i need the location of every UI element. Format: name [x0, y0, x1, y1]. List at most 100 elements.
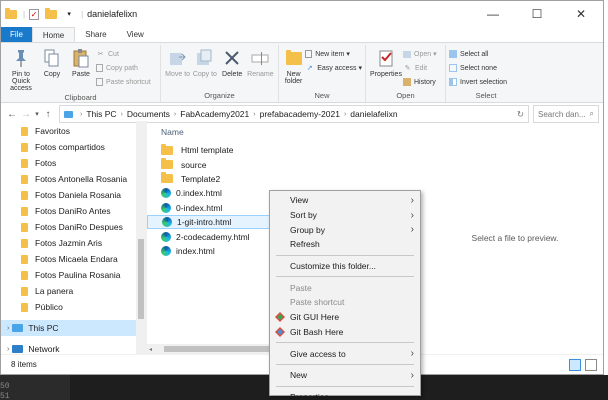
- recent-chevron-icon[interactable]: ▾: [33, 110, 41, 118]
- git-gui-icon: [275, 312, 285, 323]
- menu-item-paste-shortcut[interactable]: Paste shortcut: [270, 295, 420, 310]
- paste-button[interactable]: Paste: [66, 45, 96, 92]
- nav-folder-item[interactable]: Fotos DaniRo Antes: [1, 203, 146, 219]
- nav-folder-item[interactable]: Fotos Micaela Endara: [1, 251, 146, 267]
- scroll-left-icon[interactable]: ◂: [149, 346, 152, 353]
- move-to-button[interactable]: Move to: [164, 45, 191, 90]
- nav-list: Favoritos Fotos compartidos Fotos Fotos Ant…: [1, 121, 146, 315]
- copy-button[interactable]: Copy: [38, 45, 66, 92]
- history-button[interactable]: History: [403, 75, 437, 89]
- folder-row[interactable]: source: [147, 157, 337, 171]
- back-arrow-icon[interactable]: ←: [5, 109, 19, 120]
- customize-chevron-icon[interactable]: ▾: [63, 8, 75, 20]
- select-none-button[interactable]: Select none: [449, 61, 507, 75]
- cut-button[interactable]: ✂ Cut: [96, 47, 151, 61]
- folder-row[interactable]: Template2: [147, 172, 337, 186]
- menu-item-group-by[interactable]: Group by ›: [270, 222, 420, 237]
- details-view-icon[interactable]: [569, 358, 581, 371]
- maximize-button[interactable]: ☐: [515, 1, 559, 27]
- edge-html-icon: [161, 245, 171, 256]
- rename-button[interactable]: Rename: [246, 45, 275, 90]
- nav-folder-item[interactable]: Público: [1, 299, 146, 315]
- nav-folder-item[interactable]: Fotos DaniRo Despues: [1, 219, 146, 235]
- menu-item-new[interactable]: New ›: [270, 368, 420, 383]
- new-folder-icon[interactable]: [45, 7, 58, 20]
- menu-item-properties[interactable]: Properties: [270, 390, 420, 400]
- nav-folder-item[interactable]: La panera: [1, 283, 146, 299]
- preview-message: Select a file to preview.: [471, 232, 559, 243]
- new-item-button[interactable]: New item ▾: [305, 47, 362, 61]
- tab-file[interactable]: File: [1, 27, 32, 42]
- nav-folder-item[interactable]: Fotos: [1, 155, 146, 171]
- large-icons-view-icon[interactable]: [585, 358, 597, 371]
- ribbon-tabs: File Home Share View: [1, 27, 603, 43]
- properties-button[interactable]: Properties: [369, 45, 403, 90]
- menu-item-view[interactable]: View ›: [270, 193, 420, 208]
- menu-item-give-access[interactable]: Give access to ›: [270, 346, 420, 361]
- easy-access-button[interactable]: ↗ Easy access ▾: [305, 61, 362, 75]
- menu-item-customize[interactable]: Customize this folder...: [270, 259, 420, 274]
- breadcrumb-documents[interactable]: Documents: [127, 109, 170, 119]
- pin-icon: [10, 47, 32, 69]
- edit-button[interactable]: ✎ Edit: [403, 61, 437, 75]
- paste-icon: [70, 47, 92, 69]
- nav-folder-label: Fotos Micaela Endara: [35, 254, 118, 264]
- line-number: 51: [0, 392, 10, 400]
- nav-folder-item[interactable]: Fotos Jazmin Aris: [1, 235, 146, 251]
- clipboard-group-label: Clipboard: [64, 93, 97, 102]
- menu-item-git-gui[interactable]: Git GUI Here: [270, 310, 420, 325]
- copy-to-button[interactable]: Copy to: [191, 45, 218, 90]
- file-hscrollbar-thumb[interactable]: [164, 346, 283, 352]
- nav-folder-label: Fotos DaniRo Antes: [35, 206, 111, 216]
- file-name: 0.index.html: [176, 188, 222, 199]
- copy-path-button[interactable]: Copy path: [96, 61, 151, 75]
- select-group-label: Select: [475, 91, 497, 100]
- copy-path-icon: [96, 64, 103, 72]
- nav-folder-item[interactable]: Fotos compartidos: [1, 139, 146, 155]
- close-button[interactable]: ✕: [559, 1, 603, 27]
- nav-scrollbar[interactable]: [136, 121, 146, 354]
- invert-selection-button[interactable]: Invert selection: [449, 75, 507, 89]
- select-all-button[interactable]: Select all: [449, 47, 507, 61]
- paste-shortcut-button[interactable]: Paste shortcut: [96, 75, 151, 89]
- nav-folder-item[interactable]: Fotos Antonella Rosania: [1, 171, 146, 187]
- delete-x-icon: [221, 47, 243, 69]
- menu-item-paste[interactable]: Paste: [270, 280, 420, 295]
- nav-scrollbar-thumb[interactable]: [138, 239, 144, 319]
- this-pc-icon: [12, 324, 24, 332]
- select-group: Select all Select none Invert selection …: [446, 45, 526, 102]
- nav-folder-item[interactable]: Fotos Paulina Rosania: [1, 267, 146, 283]
- nav-this-pc[interactable]: › This PC: [1, 320, 146, 336]
- properties-icon[interactable]: ✓: [29, 8, 40, 20]
- ribbon: Pin to Quick access Copy Paste ✂ Cut Cop…: [1, 43, 603, 103]
- breadcrumb-danielafelixn[interactable]: danielafelixn: [350, 109, 397, 119]
- edge-html-icon: [161, 231, 171, 242]
- menu-item-git-bash[interactable]: Git Bash Here: [270, 325, 420, 340]
- nav-folder-label: Fotos Paulina Rosania: [35, 270, 121, 280]
- pin-button[interactable]: Pin to Quick access: [4, 45, 38, 92]
- breadcrumb-fabacademy[interactable]: FabAcademy2021: [180, 109, 249, 119]
- open-button[interactable]: Open ▾: [403, 47, 437, 61]
- delete-button[interactable]: Delete: [219, 45, 246, 90]
- minimize-button[interactable]: —: [471, 1, 515, 27]
- column-header-name[interactable]: Name: [147, 121, 337, 143]
- tab-view[interactable]: View: [117, 27, 154, 42]
- refresh-icon[interactable]: ↻: [517, 109, 524, 120]
- nav-folder-item[interactable]: Fotos Daniela Rosania: [1, 187, 146, 203]
- tab-share[interactable]: Share: [75, 27, 116, 42]
- menu-item-refresh[interactable]: Refresh: [270, 237, 420, 252]
- tab-home[interactable]: Home: [31, 27, 76, 42]
- menu-separator: [276, 385, 414, 387]
- folder-row[interactable]: Html template: [147, 143, 337, 157]
- nav-folder-label: Fotos DaniRo Despues: [35, 222, 123, 232]
- forward-arrow-icon[interactable]: →: [19, 109, 33, 120]
- new-folder-button[interactable]: New folder: [282, 45, 305, 90]
- nav-folder-label: La panera: [35, 286, 74, 296]
- up-arrow-icon[interactable]: ↑: [41, 109, 55, 120]
- folder-icon: [21, 190, 28, 200]
- breadcrumb-prefabacademy[interactable]: prefabacademy-2021: [260, 109, 340, 119]
- nav-folder-label: Fotos Antonella Rosania: [35, 174, 128, 184]
- nav-folder-item[interactable]: Favoritos: [1, 123, 146, 139]
- breadcrumb-this-pc[interactable]: This PC: [86, 109, 116, 119]
- menu-item-sort-by[interactable]: Sort by ›: [270, 208, 420, 223]
